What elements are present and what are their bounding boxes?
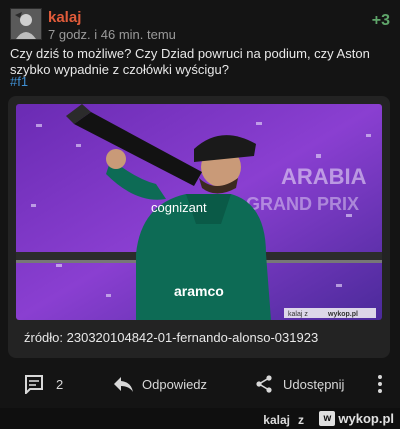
reply-icon xyxy=(114,377,133,392)
wykop-logo: w wykop.pl xyxy=(319,410,394,427)
share-icon xyxy=(256,375,272,393)
watermark-footer: kalaj z w wykop.pl xyxy=(0,408,400,429)
post-timestamp: 7 godz. i 46 min. temu xyxy=(48,27,176,42)
post-card: kalaj 7 godz. i 46 min. temu +3 Czy dziś… xyxy=(0,0,400,408)
footer-z: z xyxy=(298,413,304,427)
comments-button[interactable]: 2 xyxy=(24,370,63,398)
link-embed[interactable]: ARABIA GRAND PRIX cognizant aramco kalaj… xyxy=(8,96,390,358)
comments-count: 2 xyxy=(56,376,64,392)
wykop-logo-icon: w xyxy=(319,411,336,426)
post-author[interactable]: kalaj xyxy=(48,9,81,26)
share-button[interactable]: Udostępnij xyxy=(255,370,344,398)
avatar[interactable] xyxy=(10,8,42,40)
more-vertical-icon xyxy=(378,375,382,393)
reply-label: Odpowiedz xyxy=(142,376,208,392)
watermark-site: wykop.pl xyxy=(327,311,358,318)
post-tag[interactable]: #f1 xyxy=(10,74,28,89)
post-text: Czy dziś to możliwe? Czy Dziad powruci n… xyxy=(10,46,370,77)
backdrop-text: ARABIA xyxy=(281,164,367,189)
shirt-brand: cognizant xyxy=(151,200,207,215)
share-label: Udostępnij xyxy=(283,376,345,392)
action-bar: 2 Odpowiedz Udostępnij xyxy=(0,370,400,400)
comment-icon xyxy=(25,375,43,394)
watermark-user: kalaj z xyxy=(288,311,308,318)
embed-source[interactable]: źródło: 230320104842-01-fernando-alonso-… xyxy=(24,330,318,345)
embed-image[interactable]: ARABIA GRAND PRIX cognizant aramco kalaj… xyxy=(16,104,382,320)
footer-user: kalaj xyxy=(263,413,290,427)
wykop-logo-text: wykop.pl xyxy=(338,411,394,426)
backdrop-text-2: GRAND PRIX xyxy=(246,194,359,214)
post-score[interactable]: +3 xyxy=(372,12,390,30)
reply-button[interactable]: Odpowiedz xyxy=(112,370,207,398)
shirt-brand-2: aramco xyxy=(174,283,224,299)
more-options-button[interactable] xyxy=(376,370,384,398)
